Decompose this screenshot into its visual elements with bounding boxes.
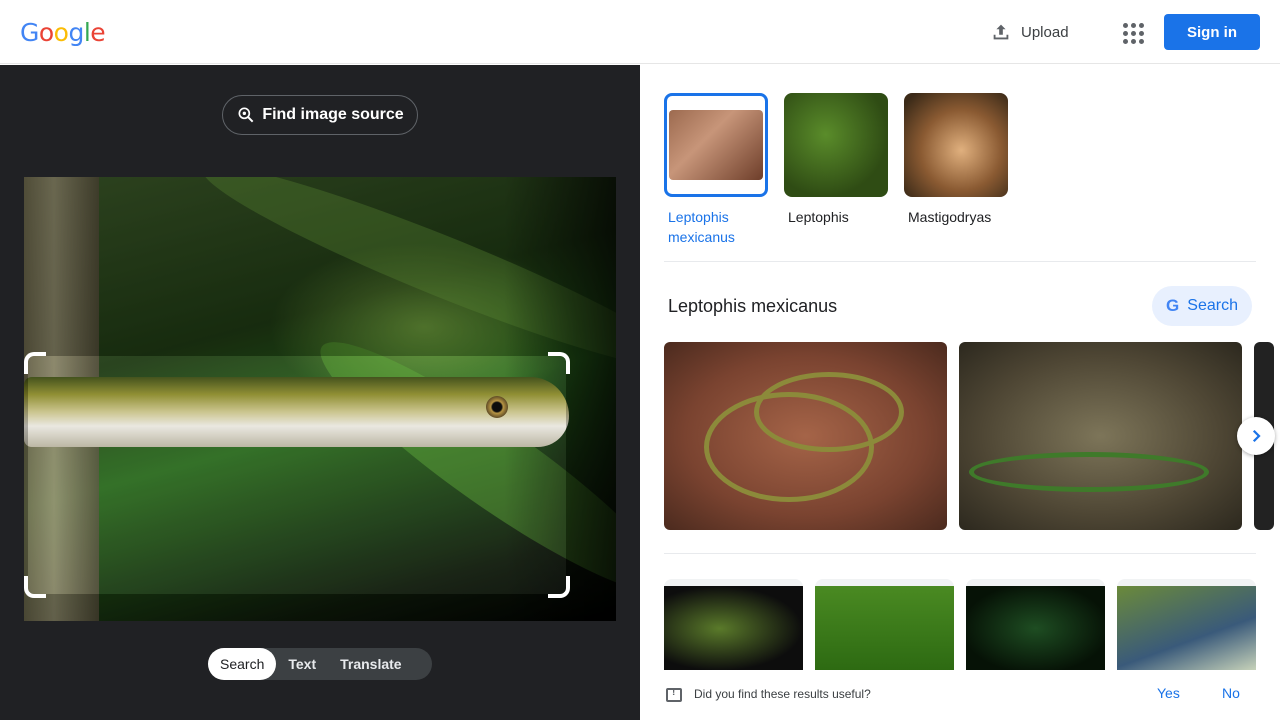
divider <box>664 261 1256 262</box>
feedback-yes-button[interactable]: Yes <box>1157 685 1180 701</box>
top-bar: Google Upload Sign in <box>0 0 1280 64</box>
crop-handle-top-right[interactable] <box>548 352 570 374</box>
logo-letter: e <box>90 18 106 47</box>
divider <box>664 553 1256 554</box>
result-image[interactable] <box>959 342 1242 530</box>
feedback-question: Did you find these results useful? <box>694 687 871 701</box>
google-search-button[interactable]: G Search <box>1152 286 1252 326</box>
result-image[interactable] <box>664 342 947 530</box>
google-logo[interactable]: Google <box>20 18 106 47</box>
feedback-bar: Did you find these results useful? Yes N… <box>640 670 1280 720</box>
mode-search-tab[interactable]: Search <box>208 648 277 680</box>
crop-handle-bottom-right[interactable] <box>548 576 570 598</box>
upload-label: Upload <box>1021 23 1069 41</box>
result-title: Leptophis mexicanus <box>668 296 838 316</box>
suggestion-thumbnail <box>784 93 888 197</box>
visual-match-image[interactable] <box>1117 579 1256 671</box>
logo-letter: g <box>68 18 84 47</box>
suggestion-thumbnail <box>904 93 1008 197</box>
lens-search-icon <box>238 107 254 123</box>
crop-handle-bottom-left[interactable] <box>24 576 46 598</box>
feedback-no-button[interactable]: No <box>1222 685 1240 701</box>
logo-letter: o <box>53 18 69 47</box>
suggestion-label: Leptophis <box>788 209 849 225</box>
apps-grid-icon[interactable] <box>1120 20 1144 44</box>
query-image[interactable] <box>24 177 616 621</box>
crop-selection[interactable] <box>24 352 570 598</box>
suggestion-leptophis[interactable]: Leptophis <box>784 93 888 247</box>
upload-button[interactable]: Upload <box>990 18 1069 46</box>
chevron-right-icon <box>1252 429 1261 443</box>
crop-handle-top-left[interactable] <box>24 352 46 374</box>
visual-match-image[interactable] <box>815 579 954 671</box>
mode-switcher: Search Text Translate <box>208 648 432 680</box>
results-panel: Leptophis mexicanus Leptophis Mastigodry… <box>640 65 1280 720</box>
logo-letter: o <box>38 18 54 47</box>
visual-match-image[interactable] <box>664 579 803 671</box>
mode-translate-tab[interactable]: Translate <box>328 648 413 680</box>
sign-in-button[interactable]: Sign in <box>1164 14 1260 50</box>
mode-text-tab[interactable]: Text <box>276 648 328 680</box>
google-g-icon: G <box>1166 296 1180 315</box>
upload-icon <box>993 24 1009 40</box>
suggestion-label: Mastigodryas <box>908 209 992 225</box>
visual-match-image[interactable] <box>966 579 1105 671</box>
suggestion-leptophis-mexicanus[interactable]: Leptophis mexicanus <box>664 93 768 247</box>
suggestion-mastigodryas[interactable]: Mastigodryas <box>904 93 1008 247</box>
suggestion-thumbnail <box>664 93 768 197</box>
feedback-icon <box>666 687 682 702</box>
carousel-next-button[interactable] <box>1237 417 1275 455</box>
search-button-label: Search <box>1187 297 1238 314</box>
image-panel: Find image source Search Text Translate <box>0 65 640 720</box>
logo-letter: G <box>20 18 39 47</box>
suggestion-label: Leptophis mexicanus <box>668 209 735 245</box>
suggestion-chips: Leptophis mexicanus Leptophis Mastigodry… <box>664 93 1008 247</box>
find-image-source-label: Find image source <box>262 106 404 123</box>
find-image-source-button[interactable]: Find image source <box>222 95 418 135</box>
